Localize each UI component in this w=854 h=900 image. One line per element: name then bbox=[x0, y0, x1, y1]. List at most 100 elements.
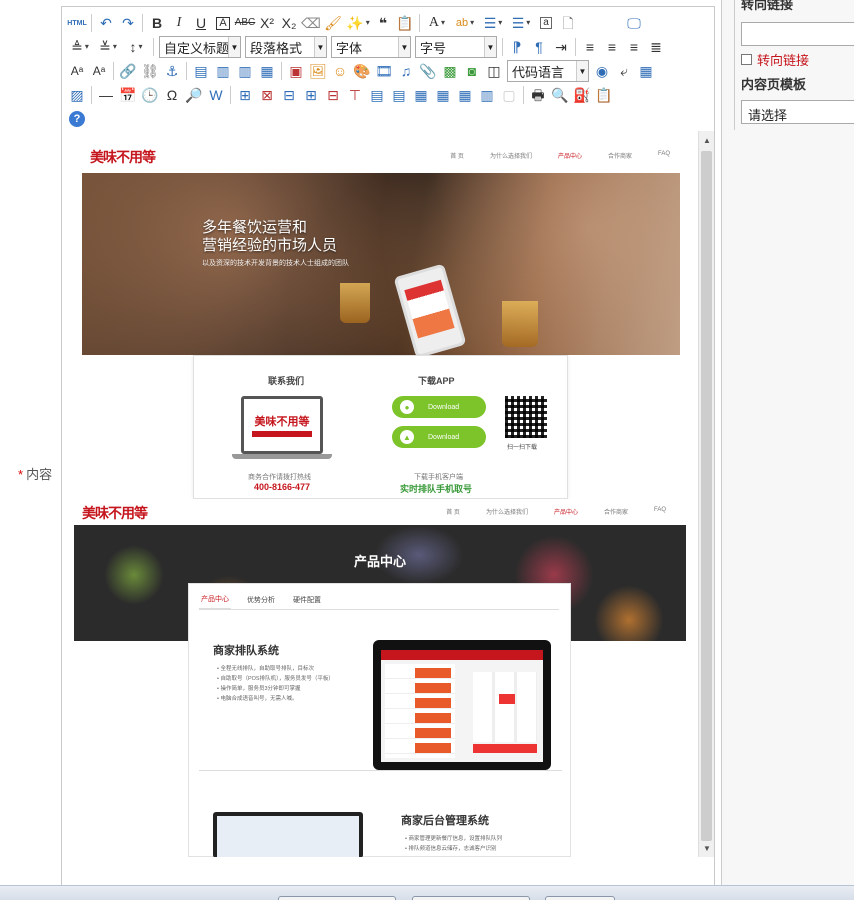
google-map-icon[interactable]: ◙ bbox=[462, 61, 482, 81]
insert-frame-icon[interactable]: ◫ bbox=[484, 61, 504, 81]
delete-col-icon[interactable]: ▤ bbox=[367, 85, 387, 105]
align-justify-icon[interactable]: ≣ bbox=[646, 37, 666, 57]
anchor-icon[interactable]: ⚓ bbox=[162, 61, 182, 81]
insert-table-icon[interactable]: ⊞ bbox=[235, 85, 255, 105]
unordered-list-icon[interactable]: ☰ bbox=[508, 13, 534, 33]
ltr-direction-icon[interactable]: ⁋ bbox=[507, 37, 527, 57]
bold-button[interactable]: B bbox=[147, 13, 167, 33]
time-icon[interactable]: 🕒 bbox=[140, 85, 160, 105]
action-button[interactable] bbox=[412, 896, 530, 900]
template-select[interactable]: 请选择 bbox=[741, 100, 854, 124]
indent-icon[interactable]: ⇥ bbox=[551, 37, 571, 57]
scrollbar-thumb[interactable] bbox=[701, 151, 712, 841]
redirect-checkbox[interactable]: 转向链接 bbox=[741, 50, 809, 69]
chart-icon[interactable]: ▢ bbox=[499, 85, 519, 105]
align-center-icon[interactable]: ≡ bbox=[602, 37, 622, 57]
beer-glass-image bbox=[502, 301, 538, 347]
font-color-icon[interactable]: A bbox=[424, 13, 450, 33]
background-icon[interactable]: ▨ bbox=[67, 85, 87, 105]
format-brush-icon[interactable]: 🖌 bbox=[323, 13, 343, 33]
editor-content-area[interactable]: 美味不用等 首 页 为什么选择我们 产品中心 合作商家 FAQ 多年餐饮运营和营… bbox=[62, 131, 714, 857]
image-none-icon[interactable]: ▤ bbox=[191, 61, 211, 81]
align-left-icon[interactable]: ≡ bbox=[580, 37, 600, 57]
word-image-icon[interactable]: W bbox=[206, 85, 226, 105]
toolbar-separator bbox=[419, 14, 420, 32]
fullscreen-icon[interactable]: 🖵 bbox=[624, 13, 644, 33]
drafts-icon[interactable]: ⛽ bbox=[572, 85, 592, 105]
clear-doc-icon[interactable]: 🗋 bbox=[558, 13, 578, 33]
special-char-icon[interactable]: Ω bbox=[162, 85, 182, 105]
merge-down-icon[interactable]: ▦ bbox=[433, 85, 453, 105]
embedded-screenshot-home: 美味不用等 首 页 为什么选择我们 产品中心 合作商家 FAQ 多年餐饮运营和营… bbox=[70, 141, 690, 499]
split-rows-icon[interactable]: ▥ bbox=[477, 85, 497, 105]
template-icon[interactable]: ▦ bbox=[636, 61, 656, 81]
insert-image-icon[interactable]: 🖼 bbox=[308, 61, 328, 81]
to-lowercase-icon[interactable]: Aᵃ bbox=[89, 61, 109, 81]
simple-upload-icon[interactable]: ▣ bbox=[286, 61, 306, 81]
page-break-icon[interactable]: ⤶ bbox=[614, 61, 634, 81]
image-left-icon[interactable]: ▥ bbox=[213, 61, 233, 81]
scrawl-icon[interactable]: 🎨 bbox=[352, 61, 372, 81]
superscript-icon[interactable]: X² bbox=[257, 13, 277, 33]
insert-paragraph-before-table-icon[interactable]: ⊟ bbox=[279, 85, 299, 105]
font-border-icon[interactable]: A bbox=[213, 13, 233, 33]
checkbox-icon[interactable] bbox=[741, 54, 752, 65]
scroll-down-icon[interactable]: ▼ bbox=[699, 841, 714, 855]
undo-icon[interactable]: ↶ bbox=[96, 13, 116, 33]
font-size-select[interactable]: 字号 ▼ bbox=[415, 36, 497, 58]
help-button[interactable]: ? bbox=[67, 109, 87, 129]
insert-video-icon[interactable]: 🎞 bbox=[374, 61, 394, 81]
subscript-icon[interactable]: X₂ bbox=[279, 13, 299, 33]
unlink-icon[interactable]: ⛓ bbox=[140, 61, 160, 81]
image-center-icon[interactable]: ▦ bbox=[257, 61, 277, 81]
strikethrough-icon[interactable]: ABC bbox=[235, 13, 256, 33]
emotion-icon[interactable]: ☺ bbox=[330, 61, 350, 81]
insert-row-icon[interactable]: ⊞ bbox=[301, 85, 321, 105]
align-right-icon[interactable]: ≡ bbox=[624, 37, 644, 57]
paragraph-format-select[interactable]: 段落格式 ▼ bbox=[245, 36, 327, 58]
code-language-select[interactable]: 代码语言 ▼ bbox=[507, 60, 589, 82]
ordered-list-icon[interactable]: ☰ bbox=[480, 13, 506, 33]
custom-title-select[interactable]: 自定义标题 ▼ bbox=[159, 36, 241, 58]
rtl-direction-icon[interactable]: ¶ bbox=[529, 37, 549, 57]
scroll-up-icon[interactable]: ▲ bbox=[699, 133, 714, 147]
image-right-icon[interactable]: ▥ bbox=[235, 61, 255, 81]
print-icon[interactable]: 🖶 bbox=[528, 85, 548, 105]
merge-right-icon[interactable]: ▦ bbox=[411, 85, 431, 105]
action-button[interactable] bbox=[545, 896, 615, 900]
font-family-select[interactable]: 字体 ▼ bbox=[331, 36, 411, 58]
paste-word-icon[interactable]: 📋 bbox=[594, 85, 614, 105]
delete-table-icon[interactable]: ⊠ bbox=[257, 85, 277, 105]
insert-col-icon[interactable]: ⊤ bbox=[345, 85, 365, 105]
map-icon[interactable]: ▩ bbox=[440, 61, 460, 81]
preview-icon[interactable]: 🔍 bbox=[550, 85, 570, 105]
merge-cells-icon[interactable]: ▤ bbox=[389, 85, 409, 105]
product-tabs: 产品中心 优势分析 硬件配置 bbox=[199, 590, 559, 610]
search-replace-icon[interactable]: 🔎 bbox=[184, 85, 204, 105]
horizontal-rule-icon[interactable]: — bbox=[96, 85, 116, 105]
underline-button[interactable]: U bbox=[191, 13, 211, 33]
line-height-icon[interactable]: ↕ bbox=[123, 37, 149, 57]
split-cells-icon[interactable]: ▦ bbox=[455, 85, 475, 105]
blockquote-icon[interactable]: ❝ bbox=[373, 13, 393, 33]
editor-scrollbar[interactable]: ▲ ▼ bbox=[698, 131, 714, 857]
select-all-icon[interactable]: a bbox=[536, 13, 556, 33]
auto-format-icon[interactable]: ✨ bbox=[345, 13, 371, 33]
row-spacing-top-icon[interactable]: ≜ bbox=[67, 37, 93, 57]
attachment-icon[interactable]: 📎 bbox=[418, 61, 438, 81]
music-icon[interactable]: ♫ bbox=[396, 61, 416, 81]
date-icon[interactable]: 📅 bbox=[118, 85, 138, 105]
link-icon[interactable]: 🔗 bbox=[118, 61, 138, 81]
eraser-icon[interactable]: ⌫ bbox=[301, 13, 321, 33]
background-color-icon[interactable]: ab bbox=[452, 13, 478, 33]
redo-icon[interactable]: ↷ bbox=[118, 13, 138, 33]
web-app-icon[interactable]: ◉ bbox=[592, 61, 612, 81]
html-source-button[interactable]: HTML bbox=[67, 13, 87, 33]
to-uppercase-icon[interactable]: Aᵃ bbox=[67, 61, 87, 81]
italic-button[interactable]: I bbox=[169, 13, 189, 33]
delete-row-icon[interactable]: ⊟ bbox=[323, 85, 343, 105]
row-spacing-bottom-icon[interactable]: ≚ bbox=[95, 37, 121, 57]
action-button[interactable] bbox=[278, 896, 396, 900]
paste-plain-icon[interactable]: 📋 bbox=[395, 13, 415, 33]
redirect-url-input[interactable] bbox=[741, 22, 854, 46]
